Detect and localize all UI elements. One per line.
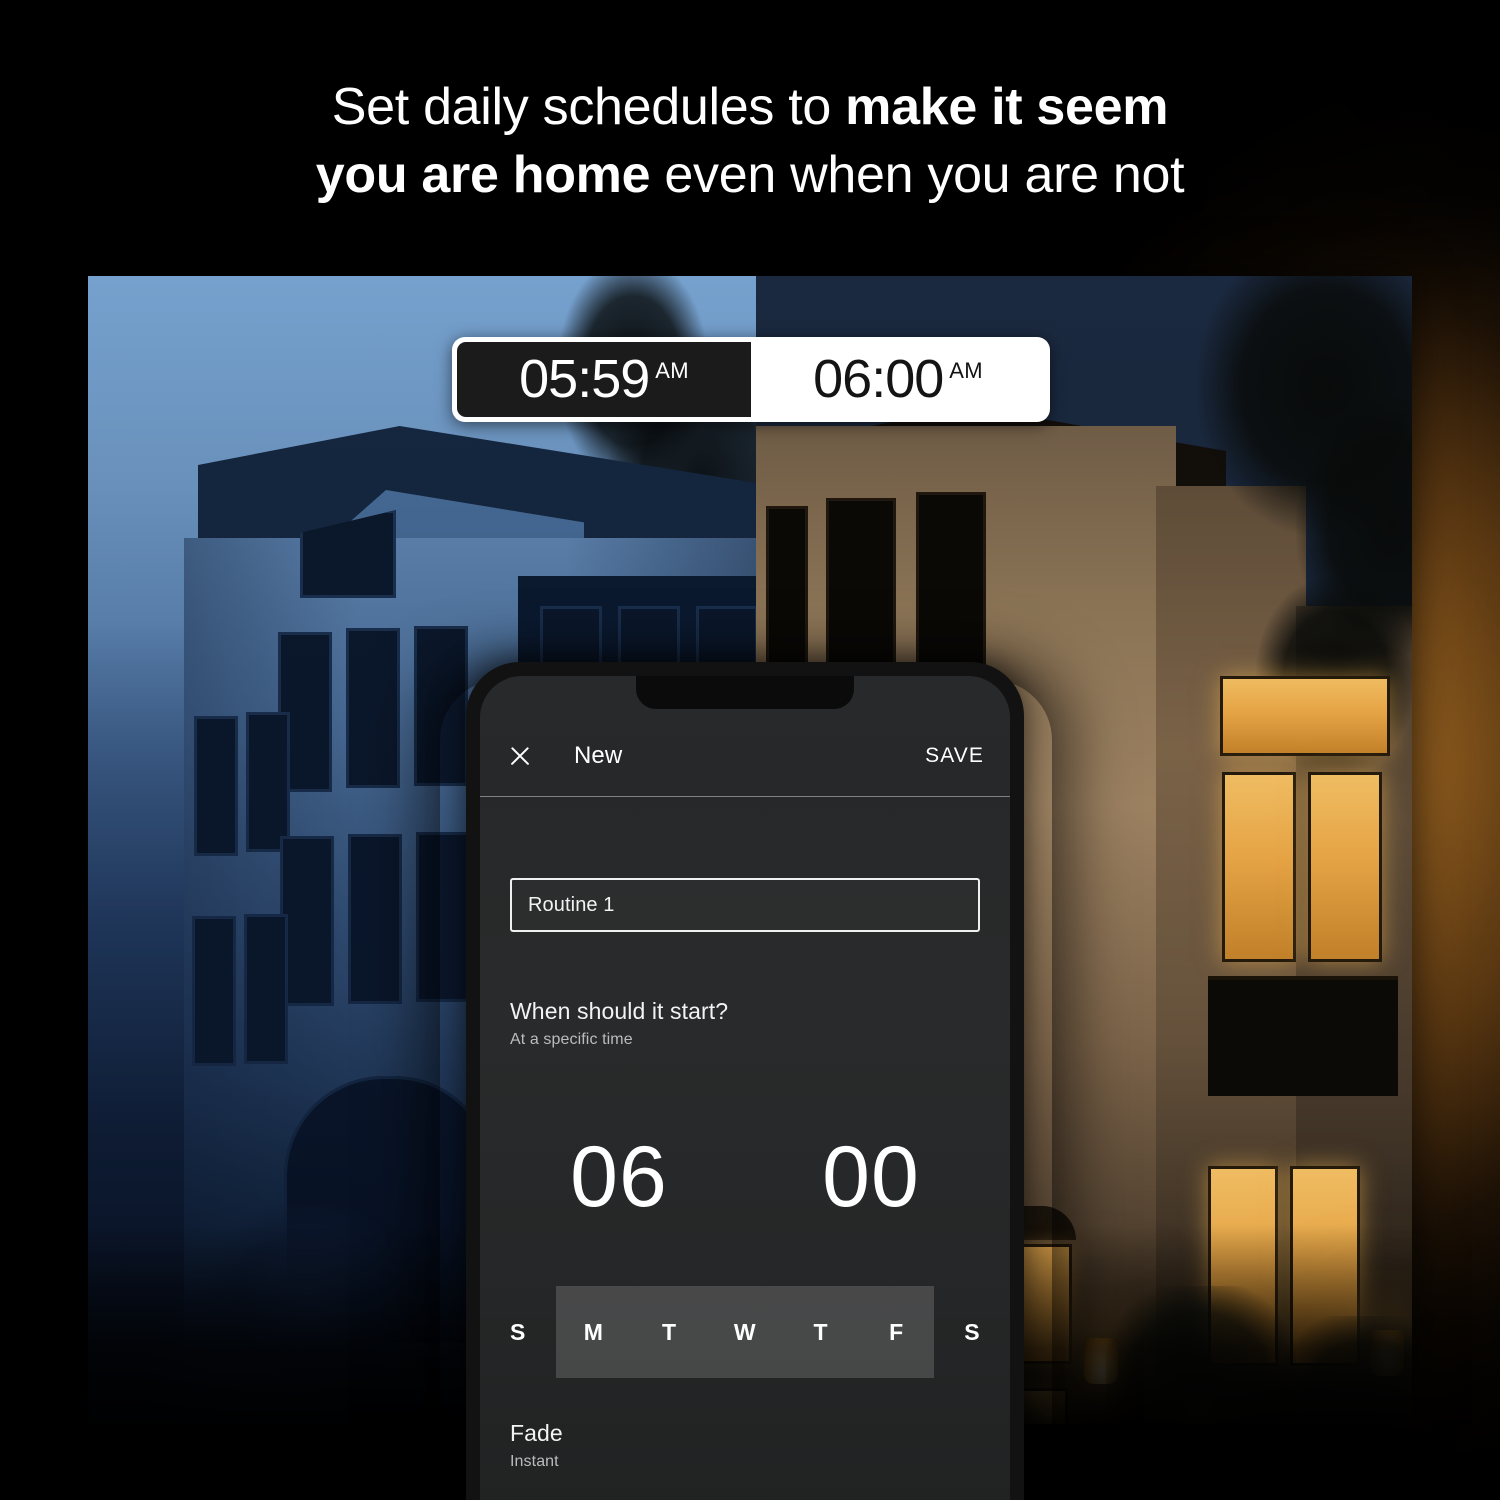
day-toggle-mon[interactable]: M <box>555 1286 632 1378</box>
routine-name-value: Routine 1 <box>528 893 615 916</box>
routine-name-input[interactable]: Routine 1 <box>510 878 980 932</box>
time-before-meridiem: AM <box>655 358 689 383</box>
day-toggle-thu[interactable]: T <box>782 1286 859 1378</box>
phone-notch <box>636 676 854 709</box>
start-section-subtitle: At a specific time <box>510 1031 633 1048</box>
time-after-value: 06:00 <box>813 348 944 409</box>
time-picker-minute[interactable]: 00 <box>771 1134 971 1220</box>
time-picker[interactable]: 06 00 <box>480 1134 1010 1220</box>
fade-section-title: Fade <box>510 1420 563 1446</box>
day-toggle-sat[interactable]: S <box>934 1286 1010 1378</box>
headline-line1-bold: make it seem <box>845 78 1169 136</box>
day-toggle-fri[interactable]: F <box>858 1286 935 1378</box>
app-bar-divider <box>480 796 1010 797</box>
headline-line-2: you are home even when you are not <box>0 142 1500 210</box>
app-bar-title: New <box>574 742 623 769</box>
start-section-title: When should it start? <box>510 998 729 1024</box>
close-icon[interactable] <box>506 742 534 770</box>
app-bar: New SAVE <box>480 728 1010 784</box>
routine-editor-app: New SAVE Routine 1 When should it start?… <box>480 676 1010 1500</box>
headline-line2-bold: you are home <box>315 145 651 204</box>
phone-mockup: New SAVE Routine 1 When should it start?… <box>466 662 1024 1500</box>
time-before-value: 05:59 <box>519 348 650 409</box>
day-toggle-tue[interactable]: T <box>631 1286 708 1378</box>
day-toggle-sun[interactable]: S <box>480 1286 556 1378</box>
headline-line-1: Set daily schedules to make it seem <box>0 74 1500 142</box>
phone-screen: New SAVE Routine 1 When should it start?… <box>480 676 1010 1500</box>
fade-section[interactable]: Fade Instant <box>510 1420 563 1471</box>
save-button[interactable]: SAVE <box>925 744 984 768</box>
time-picker-hour[interactable]: 06 <box>519 1134 719 1220</box>
promo-graphic: Set daily schedules to make it seem you … <box>0 0 1500 1500</box>
headline-line1-normal: Set daily schedules to <box>331 78 846 136</box>
time-badge-before: 05:59 AM <box>457 342 751 417</box>
weekday-selector[interactable]: S M T W T F S <box>480 1286 1010 1378</box>
headline: Set daily schedules to make it seem you … <box>0 74 1500 209</box>
headline-line2-normal: even when you are not <box>650 145 1185 204</box>
fade-section-subtitle: Instant <box>510 1453 559 1470</box>
time-after-meridiem: AM <box>949 358 983 383</box>
time-badge-after: 06:00 AM <box>751 342 1045 417</box>
start-section[interactable]: When should it start? At a specific time <box>510 998 728 1049</box>
time-comparison-badges: 05:59 AM 06:00 AM <box>452 337 1050 422</box>
day-toggle-wed[interactable]: W <box>707 1286 783 1378</box>
